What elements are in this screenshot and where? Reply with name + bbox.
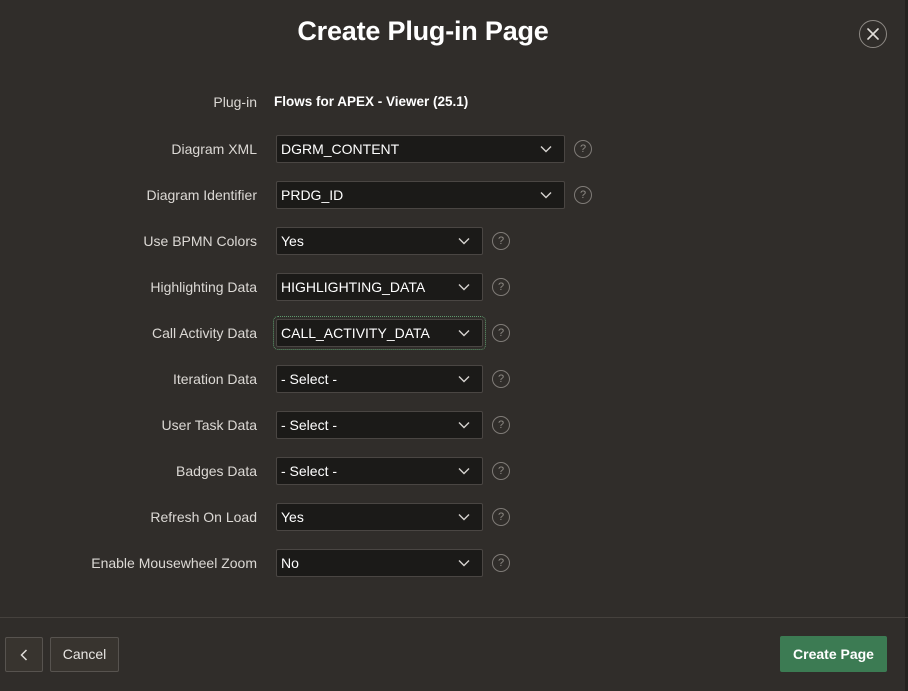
diagram-xml-value: DGRM_CONTENT bbox=[281, 141, 400, 157]
user-task-data-select[interactable]: - Select - bbox=[276, 411, 483, 439]
chevron-left-icon bbox=[20, 648, 28, 661]
call-activity-data-label: Call Activity Data bbox=[151, 325, 257, 341]
use-bpmn-colors-label: Use BPMN Colors bbox=[143, 233, 257, 249]
chevron-down-icon bbox=[458, 514, 470, 521]
chevron-down-icon bbox=[458, 560, 470, 567]
field-row-iteration-data: Iteration Data - Select - ? bbox=[0, 365, 908, 393]
field-row-call-activity-data: Call Activity Data CALL_ACTIVITY_DATA ? bbox=[0, 316, 908, 350]
create-plugin-page-dialog: Create Plug-in Page Plug-in Flows for AP… bbox=[0, 0, 908, 691]
chevron-down-icon bbox=[540, 192, 552, 199]
diagram-identifier-value: PRDG_ID bbox=[281, 187, 344, 203]
badges-data-value: - Select - bbox=[281, 463, 338, 479]
highlighting-data-select[interactable]: HIGHLIGHTING_DATA bbox=[276, 273, 483, 301]
highlighting-data-label: Highlighting Data bbox=[150, 279, 257, 295]
user-task-data-help-icon[interactable]: ? bbox=[492, 416, 510, 434]
enable-mousewheel-zoom-help-icon[interactable]: ? bbox=[492, 554, 510, 572]
iteration-data-value: - Select - bbox=[281, 371, 338, 387]
refresh-on-load-label: Refresh On Load bbox=[150, 509, 257, 525]
diagram-identifier-select[interactable]: PRDG_ID bbox=[276, 181, 565, 209]
call-activity-data-select[interactable]: CALL_ACTIVITY_DATA bbox=[273, 316, 486, 350]
chevron-down-icon bbox=[540, 146, 552, 153]
user-task-data-label: User Task Data bbox=[161, 417, 257, 433]
highlighting-data-help-icon[interactable]: ? bbox=[492, 278, 510, 296]
create-page-button[interactable]: Create Page bbox=[780, 636, 887, 672]
call-activity-data-help-icon[interactable]: ? bbox=[492, 324, 510, 342]
diagram-xml-help-icon[interactable]: ? bbox=[574, 140, 592, 158]
badges-data-label: Badges Data bbox=[176, 463, 257, 479]
diagram-identifier-help-icon[interactable]: ? bbox=[574, 186, 592, 204]
iteration-data-label: Iteration Data bbox=[172, 371, 257, 387]
diagram-identifier-label: Diagram Identifier bbox=[146, 187, 258, 203]
plugin-label: Plug-in bbox=[213, 94, 257, 110]
field-row-diagram-xml: Diagram XML DGRM_CONTENT ? bbox=[0, 135, 908, 163]
cancel-button[interactable]: Cancel bbox=[50, 637, 119, 672]
use-bpmn-colors-value: Yes bbox=[281, 233, 304, 249]
chevron-down-icon bbox=[458, 330, 470, 337]
use-bpmn-colors-select[interactable]: Yes bbox=[276, 227, 483, 255]
field-row-highlighting-data: Highlighting Data HIGHLIGHTING_DATA ? bbox=[0, 273, 908, 301]
refresh-on-load-select[interactable]: Yes bbox=[276, 503, 483, 531]
enable-mousewheel-zoom-select[interactable]: No bbox=[276, 549, 483, 577]
highlighting-data-value: HIGHLIGHTING_DATA bbox=[281, 279, 426, 295]
chevron-down-icon bbox=[458, 422, 470, 429]
field-row-user-task-data: User Task Data - Select - ? bbox=[0, 411, 908, 439]
plugin-row: Plug-in Flows for APEX - Viewer (25.1) bbox=[0, 88, 908, 116]
enable-mousewheel-zoom-value: No bbox=[281, 555, 299, 571]
refresh-on-load-value: Yes bbox=[281, 509, 304, 525]
diagram-xml-label: Diagram XML bbox=[171, 141, 257, 157]
field-row-enable-mousewheel-zoom: Enable Mousewheel Zoom No ? bbox=[0, 549, 908, 577]
badges-data-select[interactable]: - Select - bbox=[276, 457, 483, 485]
plugin-value: Flows for APEX - Viewer (25.1) bbox=[274, 94, 469, 109]
refresh-on-load-help-icon[interactable]: ? bbox=[492, 508, 510, 526]
field-row-badges-data: Badges Data - Select - ? bbox=[0, 457, 908, 485]
chevron-down-icon bbox=[458, 376, 470, 383]
call-activity-data-value: CALL_ACTIVITY_DATA bbox=[281, 325, 430, 341]
close-button[interactable] bbox=[859, 20, 887, 48]
chevron-down-icon bbox=[458, 468, 470, 475]
chevron-down-icon bbox=[458, 284, 470, 291]
enable-mousewheel-zoom-label: Enable Mousewheel Zoom bbox=[91, 555, 257, 571]
field-row-refresh-on-load: Refresh On Load Yes ? bbox=[0, 503, 908, 531]
diagram-xml-select[interactable]: DGRM_CONTENT bbox=[276, 135, 565, 163]
close-icon bbox=[867, 28, 879, 40]
chevron-down-icon bbox=[458, 238, 470, 245]
field-row-use-bpmn-colors: Use BPMN Colors Yes ? bbox=[0, 227, 908, 255]
user-task-data-value: - Select - bbox=[281, 417, 338, 433]
badges-data-help-icon[interactable]: ? bbox=[492, 462, 510, 480]
use-bpmn-colors-help-icon[interactable]: ? bbox=[492, 232, 510, 250]
back-button[interactable] bbox=[5, 637, 43, 672]
iteration-data-select[interactable]: - Select - bbox=[276, 365, 483, 393]
dialog-title: Create Plug-in Page bbox=[297, 16, 549, 46]
iteration-data-help-icon[interactable]: ? bbox=[492, 370, 510, 388]
field-row-diagram-identifier: Diagram Identifier PRDG_ID ? bbox=[0, 181, 908, 209]
footer-divider bbox=[0, 617, 908, 618]
